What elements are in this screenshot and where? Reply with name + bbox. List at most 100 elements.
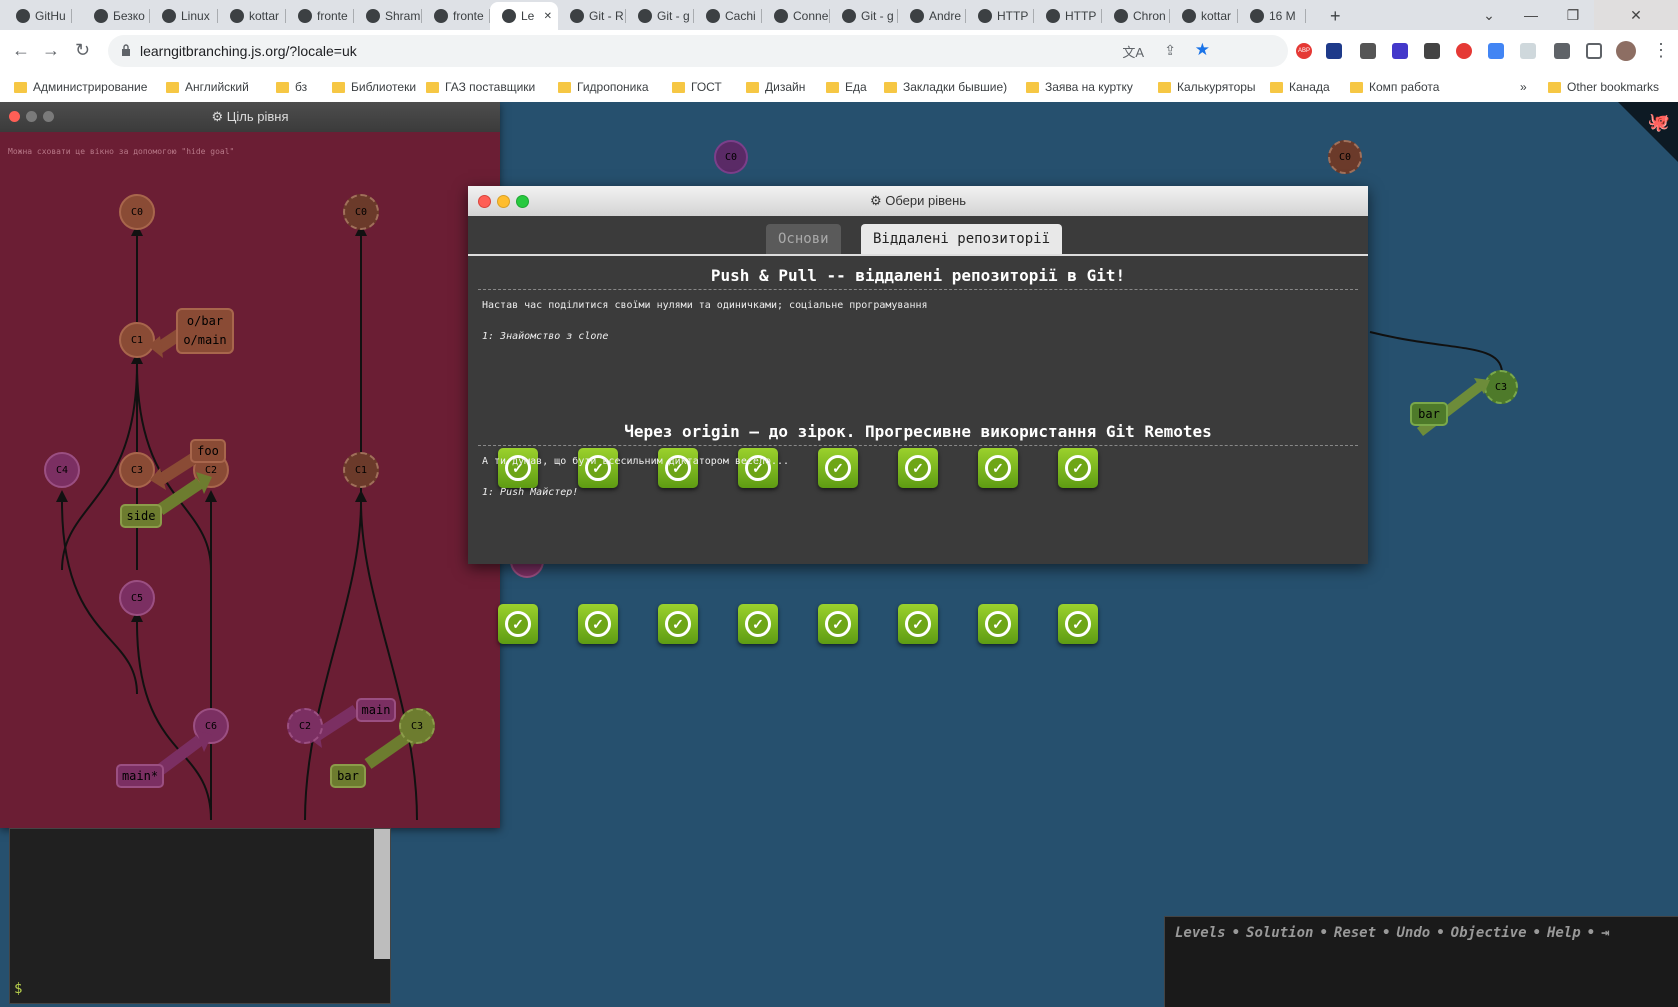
- level-button[interactable]: ✓: [978, 604, 1018, 644]
- browser-tab[interactable]: HTTP: [1034, 4, 1102, 28]
- browser-tab[interactable]: GitHu: [4, 4, 72, 28]
- browser-tab[interactable]: Le ✕: [490, 2, 558, 30]
- extension-translate-icon[interactable]: [1488, 43, 1504, 59]
- extension-shield-icon[interactable]: [1520, 43, 1536, 59]
- translate-icon[interactable]: 文A: [1122, 42, 1144, 61]
- command-link-objective[interactable]: Objective: [1451, 925, 1527, 941]
- share-icon[interactable]: ⇪: [1164, 42, 1176, 59]
- bookmark-folder[interactable]: Канада: [1270, 80, 1330, 94]
- remote-branch-bar[interactable]: bar: [330, 764, 366, 788]
- menu-kebab-icon[interactable]: ⋮: [1652, 40, 1670, 61]
- bookmarks-overflow[interactable]: »: [1520, 80, 1527, 94]
- bookmark-folder[interactable]: Калькуряторы: [1158, 80, 1256, 94]
- extensions-puzzle-icon[interactable]: [1554, 43, 1570, 59]
- level-button[interactable]: ✓: [1058, 448, 1098, 488]
- dialog-close-icon[interactable]: [478, 195, 491, 208]
- level-button[interactable]: ✓: [498, 604, 538, 644]
- profile-avatar[interactable]: [1616, 41, 1636, 61]
- level-button[interactable]: ✓: [898, 448, 938, 488]
- side-panel-icon[interactable]: [1586, 43, 1602, 59]
- extension-y-icon[interactable]: [1326, 43, 1342, 59]
- level-button[interactable]: ✓: [978, 448, 1018, 488]
- browser-tab[interactable]: 16 M: [1238, 4, 1306, 28]
- extension-badge-icon[interactable]: [1392, 43, 1408, 59]
- remote-commit-c1[interactable]: C1: [343, 452, 379, 488]
- tab-close-icon[interactable]: ✕: [544, 11, 552, 22]
- level-button[interactable]: ✓: [738, 604, 778, 644]
- branch-foo[interactable]: foo: [190, 439, 226, 463]
- browser-tab[interactable]: Conne: [762, 4, 830, 28]
- url-text[interactable]: learngitbranching.js.org/?locale=uk: [140, 43, 357, 59]
- level-button[interactable]: ✓: [818, 448, 858, 488]
- dialog-title[interactable]: ⚙ Обери рівень: [468, 186, 1368, 217]
- restore-button[interactable]: ❐: [1552, 0, 1594, 30]
- level-button[interactable]: ✓: [818, 604, 858, 644]
- command-link-undo[interactable]: Undo: [1396, 925, 1430, 941]
- bg-branch-bar[interactable]: bar: [1410, 402, 1448, 426]
- level-button[interactable]: ✓: [578, 604, 618, 644]
- level-button[interactable]: ✓: [658, 448, 698, 488]
- browser-tab[interactable]: fronte: [286, 4, 354, 28]
- browser-tab[interactable]: Chron: [1102, 4, 1170, 28]
- back-icon[interactable]: ←: [12, 40, 30, 61]
- command-link-reset[interactable]: Reset: [1334, 925, 1376, 941]
- browser-tab[interactable]: fronte: [422, 4, 490, 28]
- browser-tab[interactable]: kottar: [218, 4, 286, 28]
- octocat-icon[interactable]: 🐙: [1648, 112, 1670, 133]
- bookmark-folder[interactable]: ГОСТ: [672, 80, 722, 94]
- bookmark-folder[interactable]: Администрирование: [14, 80, 147, 94]
- branch-o-bar-o-main[interactable]: o/bar o/main: [176, 308, 234, 354]
- bookmark-folder[interactable]: бз: [276, 80, 307, 94]
- branch-side[interactable]: side: [120, 504, 162, 528]
- dialog-zoom-icon[interactable]: [516, 195, 529, 208]
- bookmark-folder[interactable]: Еда: [826, 80, 867, 94]
- browser-tab[interactable]: Shram: [354, 4, 422, 28]
- command-link-solution[interactable]: Solution: [1246, 925, 1313, 941]
- browser-tab[interactable]: Безко: [82, 4, 150, 28]
- bookmark-folder[interactable]: Библиотеки: [332, 80, 416, 94]
- bookmark-folder[interactable]: ГАЗ поставщики: [426, 80, 535, 94]
- extension-red-icon[interactable]: [1456, 43, 1472, 59]
- remote-commit-c2[interactable]: C2: [287, 708, 323, 744]
- close-window-button[interactable]: ✕: [1594, 0, 1678, 30]
- level-button[interactable]: ✓: [1058, 604, 1098, 644]
- trash-extension-icon[interactable]: [1360, 43, 1376, 59]
- forward-icon[interactable]: →: [42, 40, 60, 61]
- adblock-icon[interactable]: ABP: [1296, 43, 1312, 59]
- bookmark-folder[interactable]: Закладки бывшие): [884, 80, 1007, 94]
- terminal-scrollbar[interactable]: [374, 829, 390, 959]
- tab-search-icon[interactable]: ⌄: [1468, 0, 1510, 30]
- bookmark-folder[interactable]: Гидропоника: [558, 80, 649, 94]
- remote-commit-c0[interactable]: C0: [343, 194, 379, 230]
- browser-tab[interactable]: Linux: [150, 4, 218, 28]
- bg-commit-c0[interactable]: C0: [714, 140, 748, 174]
- browser-tab[interactable]: Git - g: [830, 4, 898, 28]
- browser-tab[interactable]: HTTP: [966, 4, 1034, 28]
- branch-main-star[interactable]: main*: [116, 764, 164, 788]
- bg-remote-commit-c0[interactable]: C0: [1328, 140, 1362, 174]
- tab-remote[interactable]: Віддалені репозиторії: [861, 224, 1063, 254]
- command-link-help[interactable]: Help: [1547, 925, 1581, 941]
- extension-grid-icon[interactable]: [1424, 43, 1440, 59]
- exit-icon[interactable]: ⇥: [1601, 925, 1609, 941]
- level-button[interactable]: ✓: [578, 448, 618, 488]
- level-button[interactable]: ✓: [658, 604, 698, 644]
- level-button[interactable]: ✓: [898, 604, 938, 644]
- dialog-minimize-icon[interactable]: [497, 195, 510, 208]
- level-button[interactable]: ✓: [738, 448, 778, 488]
- remote-commit-c3[interactable]: C3: [399, 708, 435, 744]
- new-tab-button[interactable]: +: [1318, 4, 1348, 28]
- level-button[interactable]: ✓: [498, 448, 538, 488]
- remote-branch-main[interactable]: main: [356, 698, 396, 722]
- bookmark-folder[interactable]: Английский: [166, 80, 249, 94]
- address-bar[interactable]: learngitbranching.js.org/?locale=uk 文A ⇪…: [108, 35, 1288, 67]
- browser-tab[interactable]: Git - R: [558, 4, 626, 28]
- bookmark-star-icon[interactable]: ★: [1195, 40, 1210, 60]
- browser-tab[interactable]: Git - g: [626, 4, 694, 28]
- reload-icon[interactable]: ↻: [75, 40, 90, 61]
- bookmark-folder[interactable]: Комп работа: [1350, 80, 1439, 94]
- bookmark-folder[interactable]: Заява на куртку: [1026, 80, 1133, 94]
- browser-tab[interactable]: kottar: [1170, 4, 1238, 28]
- other-bookmarks[interactable]: Other bookmarks: [1548, 80, 1659, 94]
- bookmark-folder[interactable]: Дизайн: [746, 80, 805, 94]
